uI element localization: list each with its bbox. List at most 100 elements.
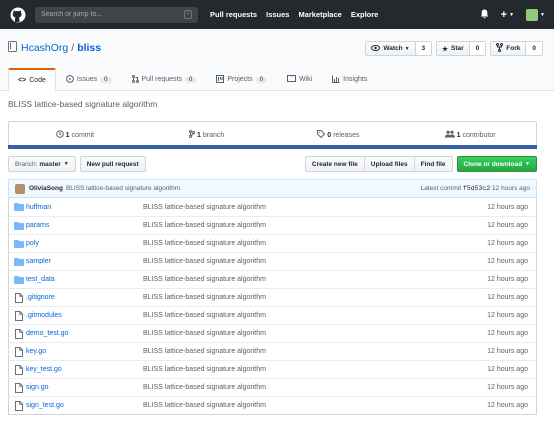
search-shortcut-key: / — [184, 10, 192, 19]
tab-counter: 0 — [100, 76, 112, 83]
file-row[interactable]: sign_test.go BLISS lattice-based signatur… — [9, 396, 536, 414]
main-nav: Pull requests Issues Marketplace Explore — [210, 10, 387, 19]
file-commit-message[interactable]: BLISS lattice-based signature algorithm — [143, 276, 476, 283]
commit-author-link[interactable]: OliviaSong — [29, 185, 63, 192]
branch-icon — [188, 130, 195, 140]
tab-insights[interactable]: Insights — [322, 68, 377, 91]
star-icon: ★ — [442, 45, 448, 53]
avatar[interactable] — [15, 183, 25, 194]
file-commit-message[interactable]: BLISS lattice-based signature algorithm — [143, 258, 476, 265]
file-name-link[interactable]: huffman — [26, 204, 143, 211]
contributors-label: contributor — [462, 131, 496, 139]
file-row[interactable]: sampler BLISS lattice-based signature alg… — [9, 252, 536, 270]
file-name-link[interactable]: key_test.go — [26, 366, 143, 373]
file-commit-message[interactable]: BLISS lattice-based signature algorithm — [143, 240, 476, 247]
file-name-link[interactable]: test_data — [26, 276, 143, 283]
file-commit-age: 12 hours ago — [487, 276, 528, 283]
commits-label: commit — [71, 131, 95, 139]
file-row[interactable]: .gitmodules BLISS lattice-based signature… — [9, 306, 536, 324]
file-name-link[interactable]: poly — [26, 240, 143, 247]
file-name-link[interactable]: .gitignore — [26, 294, 143, 301]
file-commit-message[interactable]: BLISS lattice-based signature algorithm — [143, 294, 476, 301]
file-commit-message[interactable]: BLISS lattice-based signature algorithm — [143, 366, 476, 373]
tab-pull-requests[interactable]: Pull requests 0 — [122, 68, 207, 91]
tab-counter: 0 — [184, 76, 197, 83]
history-icon — [55, 130, 64, 140]
plus-icon: + — [500, 8, 508, 21]
nav-pull-requests[interactable]: Pull requests — [210, 10, 257, 19]
user-menu[interactable]: ▼ — [526, 8, 545, 21]
branch-select-label: Branch: — [15, 160, 38, 168]
file-row[interactable]: test_data BLISS lattice-based signature a… — [9, 270, 536, 288]
commit-sha-link[interactable]: f5d53c2 — [463, 185, 490, 192]
file-commit-message[interactable]: BLISS lattice-based signature algorithm — [143, 348, 476, 355]
clone-download-label: Clone or download — [463, 160, 523, 168]
tab-code[interactable]: <> Code — [8, 68, 56, 91]
folder-icon — [12, 221, 26, 230]
file-row[interactable]: params BLISS lattice-based signature algo… — [9, 216, 536, 234]
tab-issues[interactable]: Issues 0 — [56, 68, 122, 91]
nav-marketplace[interactable]: Marketplace — [298, 10, 341, 19]
file-commit-message[interactable]: BLISS lattice-based signature algorithm — [143, 222, 476, 229]
watch-count[interactable]: 3 — [415, 42, 432, 55]
find-file-button[interactable]: Find file — [414, 156, 453, 172]
tab-projects[interactable]: Projects 0 — [206, 68, 277, 91]
file-commit-message[interactable]: BLISS lattice-based signature algorithm — [143, 384, 476, 391]
file-name-link[interactable]: sign.go — [26, 384, 143, 391]
file-row[interactable]: demo_test.go BLISS lattice-based signatur… — [9, 324, 536, 342]
repo-name-link[interactable]: bliss — [77, 42, 101, 54]
nav-explore[interactable]: Explore — [351, 10, 379, 19]
latest-commit-label: Latest commit — [420, 185, 462, 192]
create-new-file-button[interactable]: Create new file — [304, 156, 365, 172]
file-row[interactable]: huffman BLISS lattice-based signature alg… — [9, 198, 536, 216]
watch-control: Watch ▼ 3 — [365, 41, 433, 56]
new-pull-request-button[interactable]: New pull request — [79, 156, 146, 172]
github-logo-icon[interactable] — [9, 6, 26, 23]
file-commit-age: 12 hours ago — [487, 384, 528, 391]
fork-button[interactable]: Fork — [491, 42, 527, 55]
file-icon — [12, 310, 26, 321]
file-row[interactable]: key.go BLISS lattice-based signature algo… — [9, 342, 536, 360]
file-row[interactable]: poly BLISS lattice-based signature algori… — [9, 234, 536, 252]
star-button[interactable]: ★ Star — [437, 42, 470, 55]
file-row[interactable]: sign.go BLISS lattice-based signature alg… — [9, 378, 536, 396]
latest-commit-info: Latest commit f5d53c2 12 hours ago — [421, 185, 530, 192]
tab-label: Wiki — [298, 76, 313, 83]
file-icon — [12, 382, 26, 393]
file-name-link[interactable]: .gitmodules — [26, 312, 143, 319]
folder-icon — [12, 275, 26, 284]
file-commit-message[interactable]: BLISS lattice-based signature algorithm — [143, 312, 476, 319]
notifications-bell-icon[interactable] — [480, 9, 489, 21]
file-name-link[interactable]: params — [26, 222, 143, 229]
commit-message[interactable]: BLISS lattice-based signature algorithm — [66, 185, 180, 192]
tab-label: Insights — [343, 76, 368, 83]
clone-download-button[interactable]: Clone or download ▼ — [456, 156, 537, 172]
language-bar[interactable] — [8, 145, 537, 149]
chevron-down-icon: ▼ — [540, 11, 545, 18]
search-input[interactable] — [41, 11, 181, 18]
file-commit-message[interactable]: BLISS lattice-based signature algorithm — [143, 204, 476, 211]
repo-owner-link[interactable]: HcashOrg — [21, 42, 68, 54]
nav-issues[interactable]: Issues — [266, 10, 289, 19]
star-count[interactable]: 0 — [469, 42, 486, 55]
tab-counter: 0 — [255, 76, 267, 83]
create-new-menu[interactable]: + ▼ — [501, 9, 514, 21]
file-commit-message[interactable]: BLISS lattice-based signature algorithm — [143, 330, 476, 337]
file-name-link[interactable]: sampler — [26, 258, 143, 265]
top-navbar: / Pull requests Issues Marketplace Explo… — [0, 0, 554, 29]
file-name-link[interactable]: sign_test.go — [26, 402, 143, 409]
branch-select-button[interactable]: Branch: master ▼ — [8, 156, 76, 172]
file-row[interactable]: key_test.go BLISS lattice-based signature… — [9, 360, 536, 378]
tab-wiki[interactable]: Wiki — [277, 68, 322, 91]
search-box[interactable]: / — [35, 6, 198, 23]
releases-label: releases — [333, 131, 360, 139]
file-commit-message[interactable]: BLISS lattice-based signature algorithm — [143, 402, 476, 409]
file-row[interactable]: .gitignore BLISS lattice-based signature … — [9, 288, 536, 306]
upload-files-button[interactable]: Upload files — [364, 156, 415, 172]
file-name-link[interactable]: key.go — [26, 348, 143, 355]
commit-age: 12 hours ago — [492, 185, 530, 192]
chevron-down-icon: ▼ — [63, 161, 69, 167]
file-name-link[interactable]: demo_test.go — [26, 330, 143, 337]
watch-button[interactable]: Watch ▼ — [366, 42, 416, 55]
fork-count[interactable]: 0 — [526, 42, 542, 55]
